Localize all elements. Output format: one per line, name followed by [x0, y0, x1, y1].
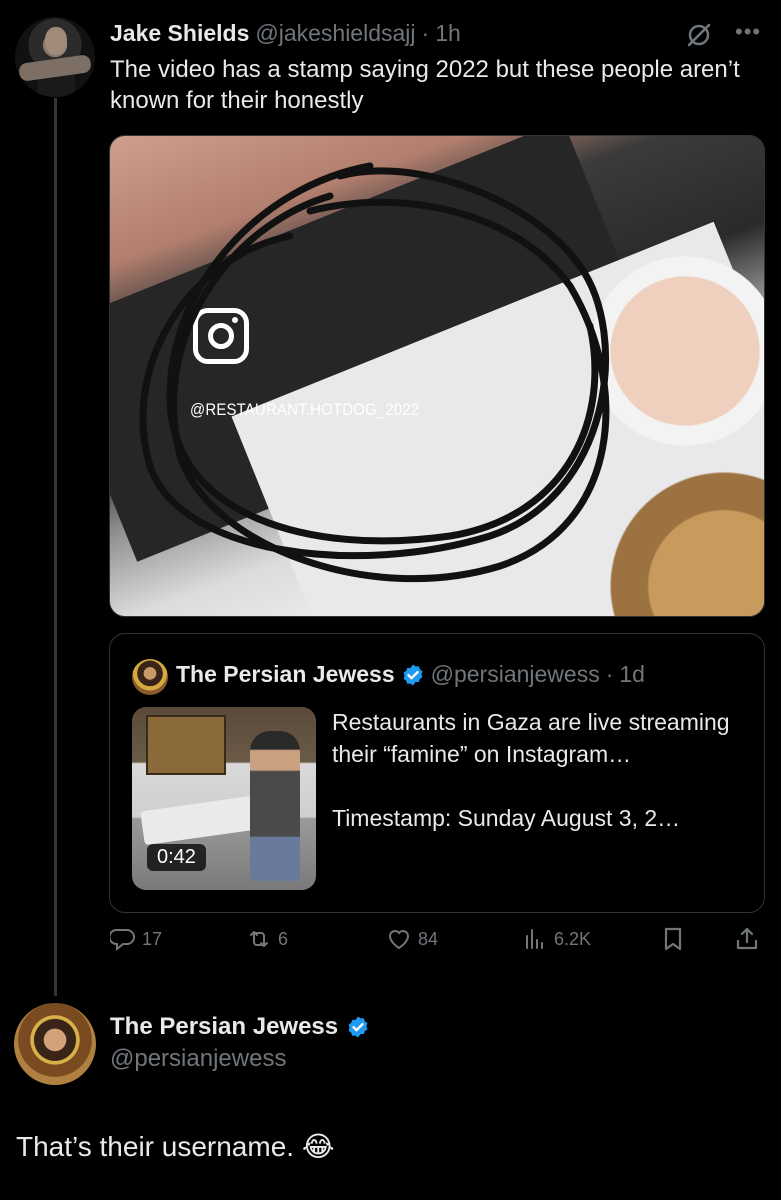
grok-icon[interactable]	[686, 22, 712, 48]
quote-timestamp-line: Timestamp: Sunday August 3, 2…	[332, 805, 681, 831]
reply-author-name[interactable]: The Persian Jewess	[110, 1013, 338, 1041]
separator-dot: ·	[605, 661, 614, 687]
scribble-circle-annotation	[139, 162, 610, 583]
reply-author-handle[interactable]: @persianjewess	[110, 1045, 286, 1073]
analytics-icon	[526, 929, 543, 949]
quote-author-avatar[interactable]	[132, 659, 168, 695]
repost-icon	[250, 931, 268, 947]
share-icon	[736, 927, 758, 950]
views-button[interactable]: 6.2K	[522, 926, 591, 952]
verified-badge-icon	[403, 664, 423, 685]
reply-author-header: The Persian Jewess	[110, 1013, 370, 1041]
views-count: 6.2K	[554, 928, 592, 949]
like-count: 84	[418, 928, 439, 949]
reply-author-avatar[interactable]	[14, 1003, 96, 1085]
author-handle[interactable]: @jakeshieldsajj	[255, 20, 415, 47]
thread-connector-line	[54, 98, 57, 996]
tweet-time[interactable]: 1h	[435, 20, 461, 47]
tweet-media-image[interactable]: @RESTAURANT.HOTDOG_2022	[109, 135, 765, 617]
bookmark-button[interactable]	[660, 926, 686, 952]
author-name[interactable]: Jake Shields	[110, 20, 249, 47]
more-options-icon[interactable]: •••	[735, 21, 763, 48]
quote-text-line: Restaurants in Gaza are live streaming t…	[332, 709, 730, 767]
separator-dot: ·	[421, 20, 430, 46]
bookmark-icon	[664, 927, 682, 951]
quote-header: The Persian Jewess @persianjewess · 1d	[176, 661, 645, 688]
share-button[interactable]	[734, 926, 760, 952]
like-button[interactable]: 84	[386, 926, 438, 952]
tweet-header: Jake Shields @jakeshieldsajj · 1h	[110, 20, 461, 50]
quote-text: Restaurants in Gaza are live streaming t…	[332, 706, 752, 834]
tweet-action-bar: 17 6 84 6.2K	[110, 926, 764, 960]
avatar-face	[45, 27, 67, 55]
heart-icon	[388, 930, 410, 950]
verified-badge-icon	[348, 1016, 368, 1038]
author-avatar[interactable]	[15, 17, 95, 97]
thumb-person	[250, 731, 300, 881]
reply-text: That’s their username. 😂	[16, 1131, 335, 1162]
quote-video-thumbnail[interactable]: 0:42	[132, 707, 316, 890]
video-duration-badge: 0:42	[147, 844, 206, 871]
quote-author-name[interactable]: The Persian Jewess	[176, 661, 395, 688]
reply-count: 17	[142, 928, 163, 949]
quote-time[interactable]: 1d	[619, 661, 645, 688]
thumb-cabinet	[146, 715, 226, 775]
quoted-tweet[interactable]: The Persian Jewess @persianjewess · 1d 0…	[109, 633, 765, 913]
tweet-text: The video has a stamp saying 2022 but th…	[110, 56, 740, 114]
thumb-table	[140, 794, 264, 846]
repost-button[interactable]: 6	[246, 926, 288, 952]
repost-count: 6	[278, 928, 289, 949]
quote-author-handle[interactable]: @persianjewess	[431, 661, 600, 688]
reply-button[interactable]: 17	[110, 926, 162, 952]
reply-icon	[110, 929, 135, 952]
